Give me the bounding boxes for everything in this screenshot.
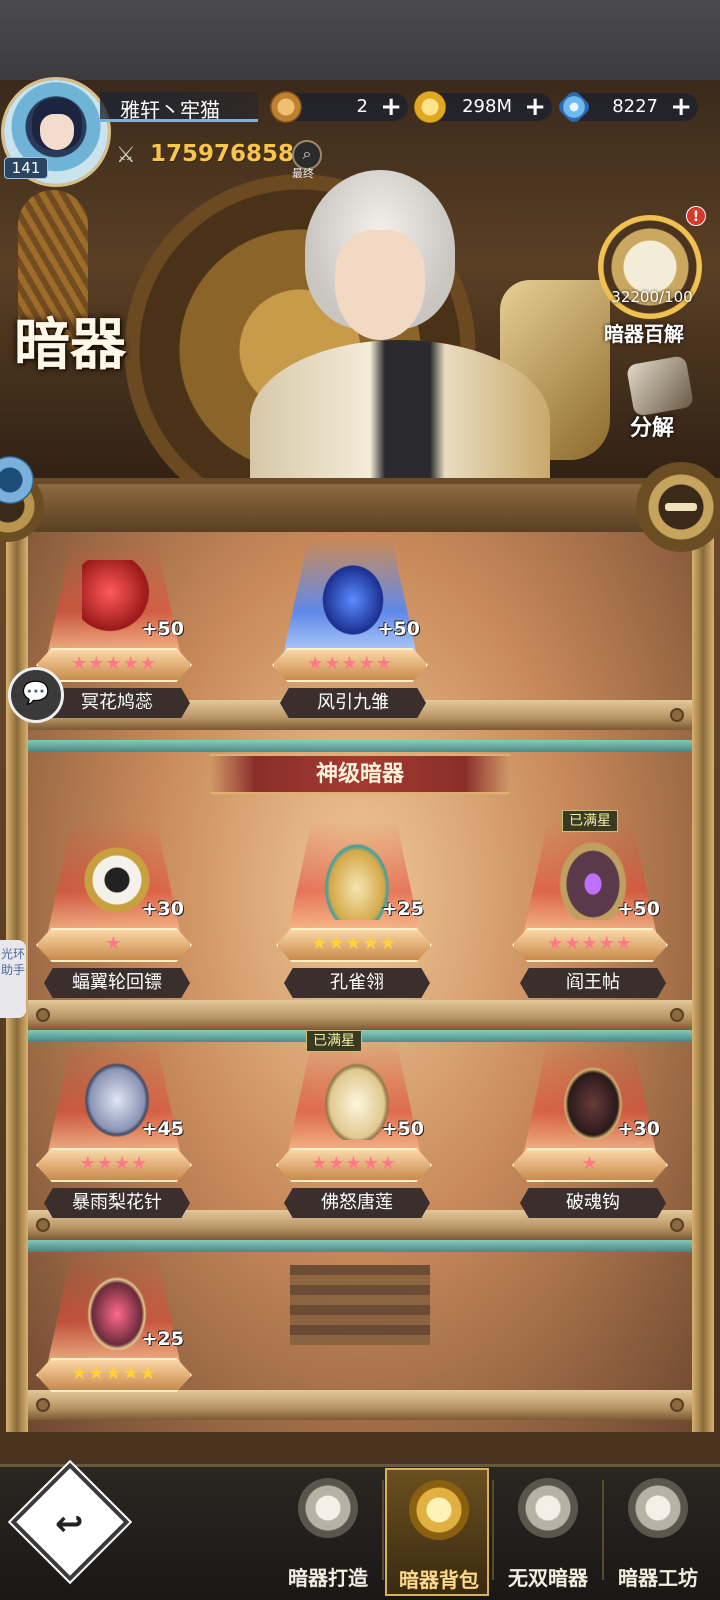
item-name: 冥花鸠蕊 — [44, 688, 190, 718]
divider — [492, 1480, 494, 1580]
hero-character — [250, 170, 610, 490]
currency-coin: 2 + — [270, 91, 408, 123]
maxed-badge: 已满星 — [306, 1030, 362, 1052]
player-name: 雅轩丶牢猫 — [120, 98, 220, 122]
combat-power: 175976858 — [150, 141, 295, 167]
alert-icon: ! — [686, 206, 706, 226]
hammer-icon — [298, 1478, 358, 1538]
decompose-button[interactable]: 分解 — [630, 410, 674, 442]
shelf-board — [28, 1000, 692, 1030]
right-rail — [692, 532, 714, 1432]
stairs-decoration — [290, 1265, 430, 1345]
item-name: 风引九雏 — [280, 688, 426, 718]
coin-icon — [270, 91, 302, 123]
tab-label: 暗器背包 — [399, 1568, 479, 1592]
hammer-icon[interactable] — [625, 355, 695, 417]
magnifier-icon: ⌕ — [302, 144, 312, 163]
crossed-swords-icon: ⚔ — [116, 143, 136, 168]
item-level: +25 — [141, 1328, 184, 1350]
side-helper-tab[interactable]: 光环助手 — [0, 940, 26, 1018]
divider — [602, 1480, 604, 1580]
item-level: +30 — [141, 898, 184, 920]
tab-unique[interactable]: 无双暗器 — [496, 1468, 600, 1596]
player-name-bar: 雅轩丶牢猫 — [100, 92, 258, 122]
codex-count: 32200/100 — [611, 288, 693, 306]
currency-diamond: 8227 + — [555, 88, 698, 126]
tab-label: 暗器打造 — [288, 1566, 368, 1590]
tab-backpack[interactable]: 暗器背包 — [385, 1468, 489, 1596]
item-level: +25 — [381, 898, 424, 920]
add-gold-button[interactable]: + — [524, 92, 546, 122]
item-level: +45 — [141, 1118, 184, 1140]
item-level: +50 — [381, 1118, 424, 1140]
section-title: 神级暗器 — [210, 754, 510, 794]
claw-icon — [409, 1480, 469, 1540]
item-name: 阎王帖 — [520, 968, 666, 998]
tab-label: 暗器工坊 — [618, 1566, 698, 1590]
tab-forge[interactable]: 暗器打造 — [276, 1468, 380, 1596]
gold-coin-icon — [414, 91, 446, 123]
currency-value: 2 — [356, 96, 368, 117]
item-name: 佛怒唐莲 — [284, 1188, 430, 1218]
item-card[interactable]: 已满星 ★★★★★ +50 阎王帖 — [506, 810, 674, 1000]
item-name: 蝠翼轮回镖 — [44, 968, 190, 998]
item-card[interactable]: ★ +30 破魂钩 — [506, 1040, 674, 1220]
item-card[interactable]: ★★★★★ +25 — [30, 1250, 198, 1430]
item-card[interactable]: 已满星 ★★★★★ +50 佛怒唐莲 — [270, 1030, 438, 1220]
item-card[interactable]: ★★★★ +45 暴雨梨花针 — [30, 1040, 198, 1220]
item-stars: ★★★★★ — [71, 653, 157, 674]
codex-label[interactable]: 暗器百解 — [604, 318, 684, 347]
item-card[interactable]: ★ +30 蝠翼轮回镖 — [30, 820, 198, 1000]
workshop-icon — [628, 1478, 688, 1538]
item-stars: ★★★★★ — [311, 1153, 397, 1174]
cabinet-top — [6, 484, 714, 532]
item-stars: ★★★★ — [79, 1153, 149, 1174]
currency-gold: 298M + — [414, 91, 552, 123]
item-level: +50 — [141, 618, 184, 640]
shelf-trim — [28, 740, 692, 752]
item-name: 暴雨梨花针 — [44, 1188, 190, 1218]
chat-button[interactable]: 💬 — [8, 667, 64, 723]
hero-body — [250, 340, 550, 490]
divider — [382, 1480, 384, 1580]
item-level: +30 — [617, 1118, 660, 1140]
search-label: 最终 — [292, 167, 314, 180]
add-diamond-button[interactable]: + — [670, 92, 692, 122]
collapse-button[interactable] — [636, 462, 720, 552]
tab-workshop[interactable]: 暗器工坊 — [606, 1468, 710, 1596]
tab-label: 无双暗器 — [508, 1566, 588, 1590]
trident-icon — [518, 1478, 578, 1538]
status-bar — [0, 0, 720, 80]
item-stars: ★ — [105, 933, 123, 954]
item-stars: ★ — [581, 1153, 599, 1174]
item-stars: ★★★★★ — [71, 1363, 157, 1384]
item-level: +50 — [617, 898, 660, 920]
maxed-badge: 已满星 — [562, 810, 618, 832]
item-name: 破魂钩 — [520, 1188, 666, 1218]
avatar-face — [40, 114, 74, 150]
currency-value: 8227 — [612, 96, 658, 117]
chat-bubble-icon: 💬 — [22, 681, 50, 706]
item-stars: ★★★★★ — [311, 933, 397, 954]
minus-icon — [665, 503, 697, 511]
hero-face — [335, 230, 425, 340]
back-arrow-icon: ↩ — [55, 1504, 84, 1545]
item-card[interactable]: ★★★★★ +50 风引九雏 — [266, 540, 434, 720]
level-badge: 141 — [4, 157, 48, 179]
item-name: 孔雀翎 — [284, 968, 430, 998]
add-coin-button[interactable]: + — [380, 92, 402, 122]
item-card[interactable]: ★★★★★ +25 孔雀翎 — [270, 820, 438, 1000]
item-stars: ★★★★★ — [547, 933, 633, 954]
page-title: 暗器 — [14, 312, 126, 378]
item-level: +50 — [377, 618, 420, 640]
item-stars: ★★★★★ — [307, 653, 393, 674]
currency-value: 298M — [462, 96, 512, 117]
